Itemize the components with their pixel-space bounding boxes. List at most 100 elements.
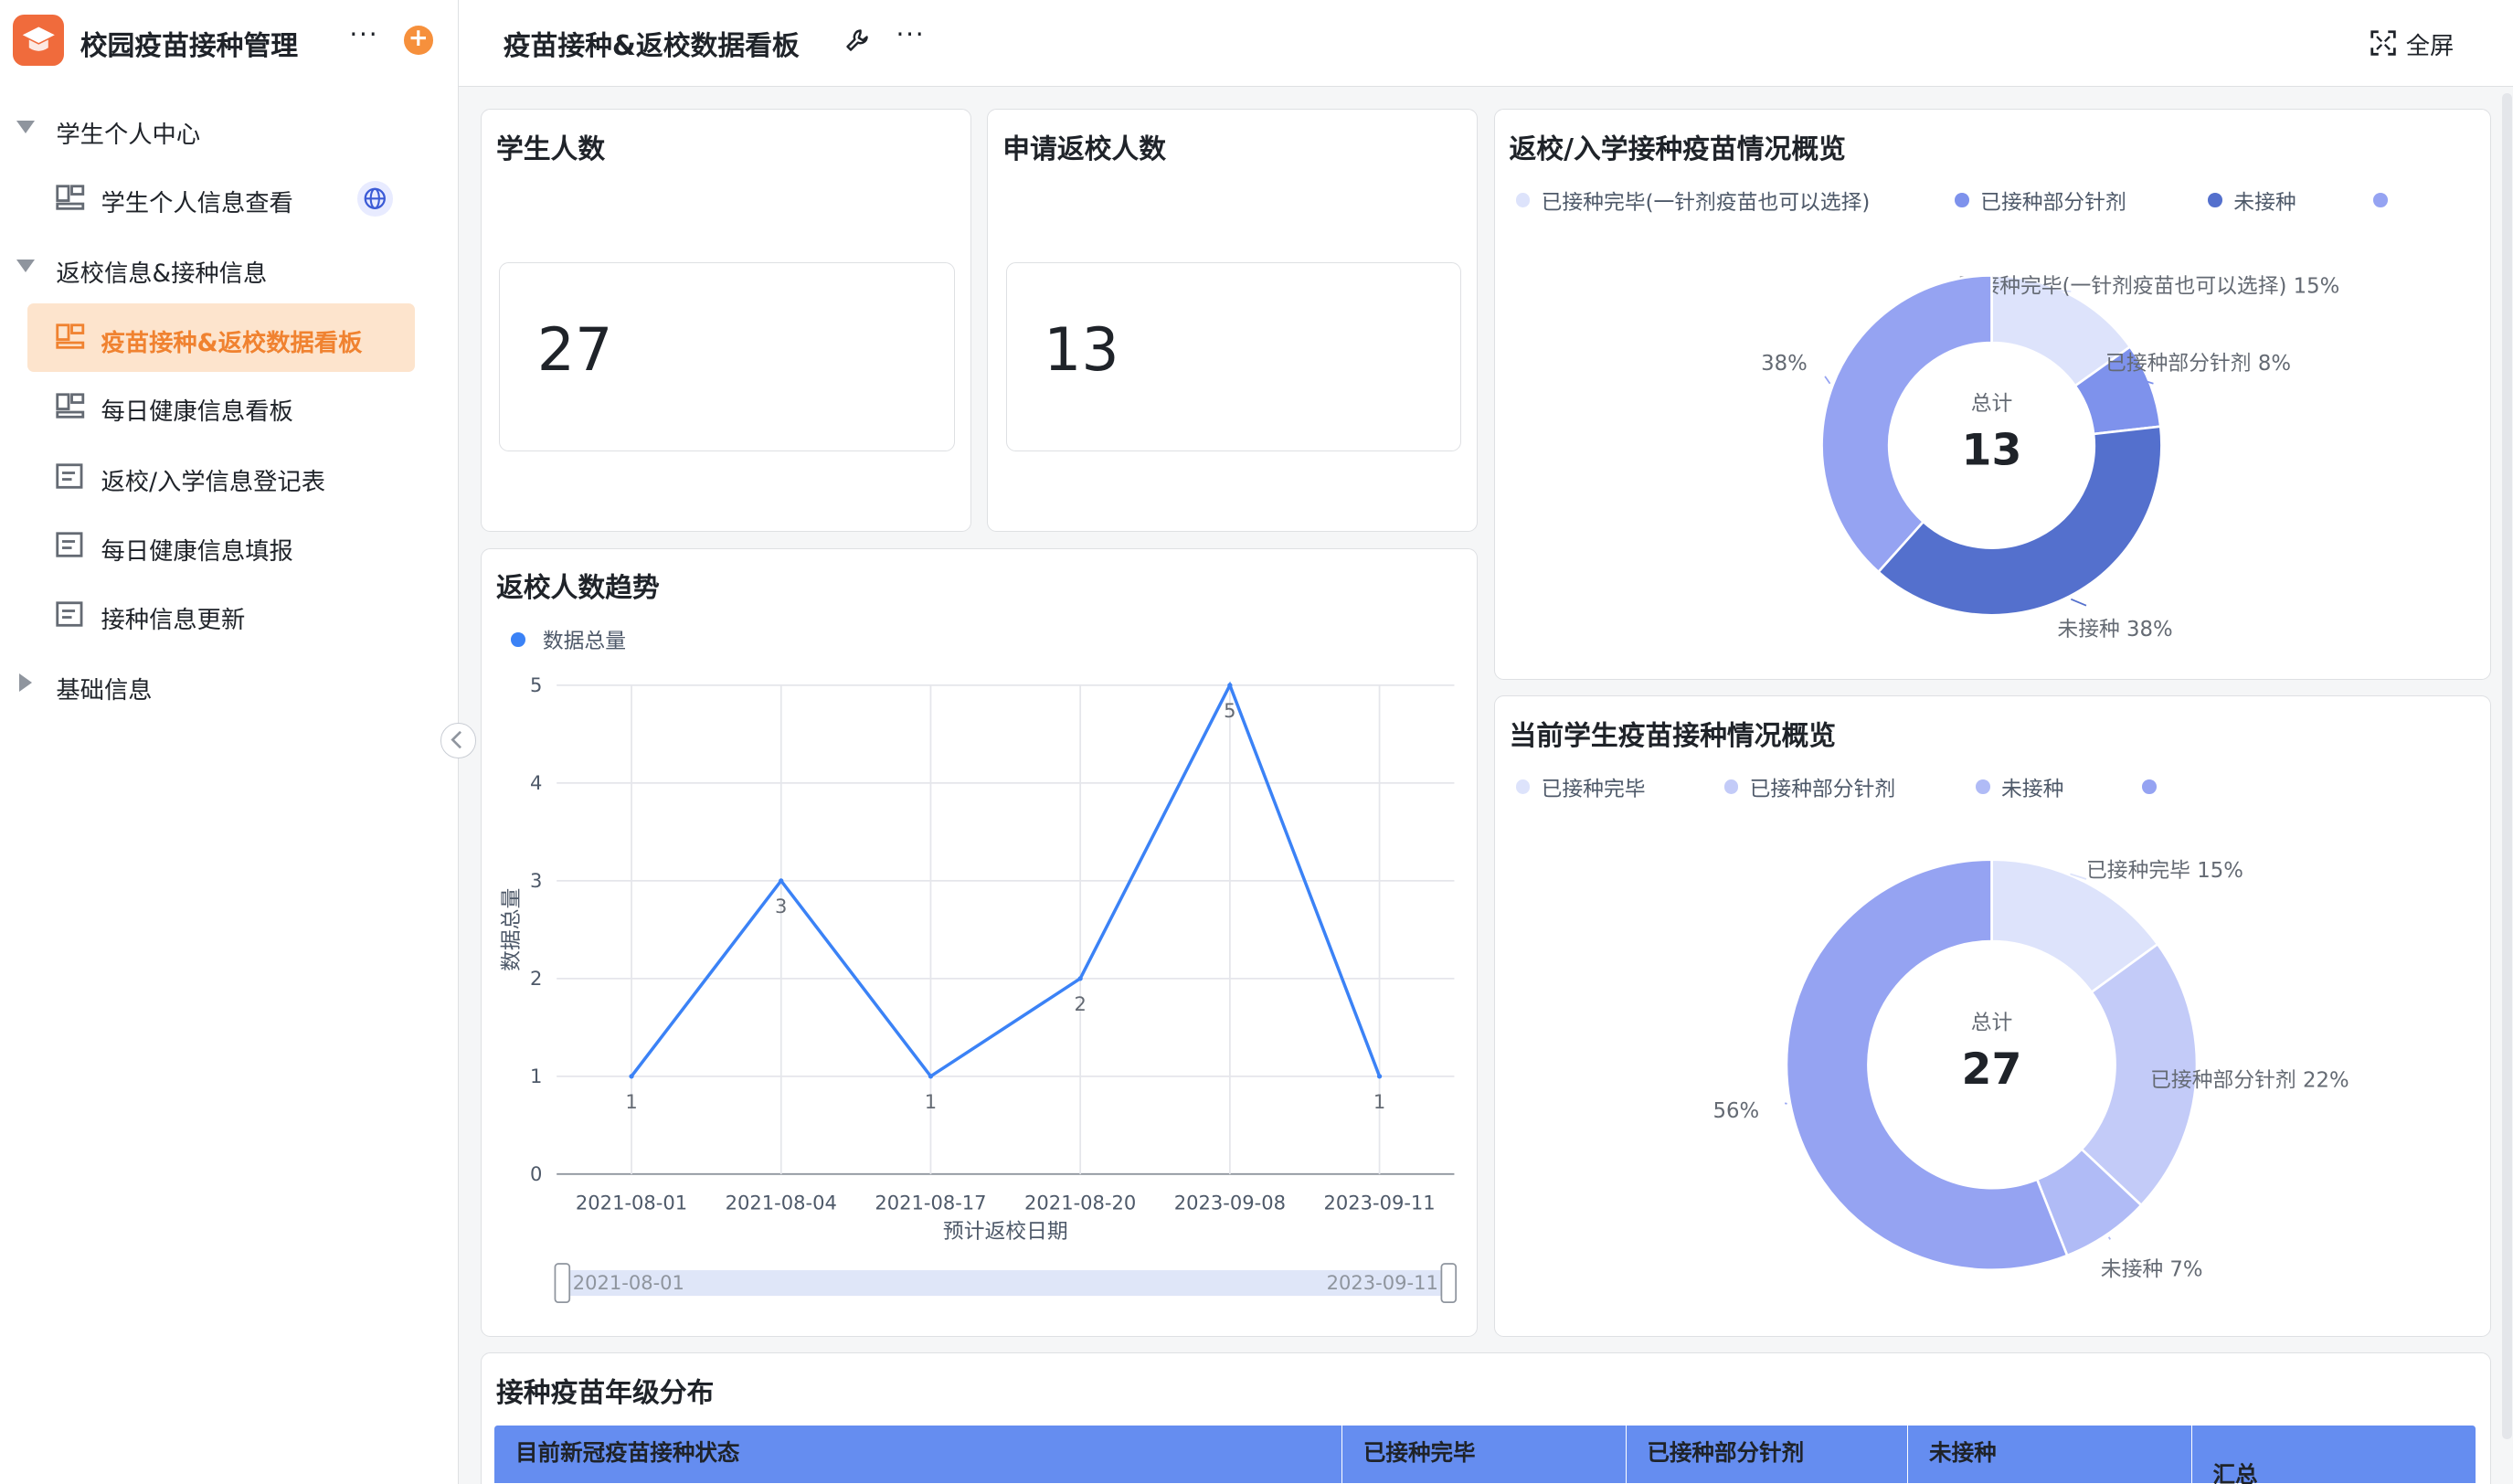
data-point bbox=[1227, 683, 1233, 688]
slice-label: 已接种完毕(一针剂疫苗也可以选择) 15% bbox=[1958, 274, 2340, 298]
y-tick-label: 0 bbox=[530, 1162, 542, 1185]
slice-label: 已接种部分针剂 8% bbox=[2105, 351, 2291, 375]
stat-box: 13 bbox=[1005, 261, 1461, 451]
line-chart: 0 1 2 3 4 5 2021-08-01 2021-08-04 2021-08-17 2021… bbox=[501, 673, 1458, 1304]
card-title: 申请返校人数 bbox=[1002, 132, 1167, 165]
wrench-icon[interactable] bbox=[844, 27, 870, 53]
center-value: 27 bbox=[1962, 1045, 2022, 1096]
y-tick-label: 4 bbox=[530, 771, 542, 794]
data-point bbox=[1077, 976, 1084, 981]
label-leader-line bbox=[1824, 375, 1831, 384]
pie-slice bbox=[1820, 273, 1993, 574]
sidebar-item-health-report[interactable]: 每日健康信息填报 bbox=[27, 512, 415, 580]
stat-card-students: 学生人数 27 bbox=[481, 109, 971, 533]
page-title: 疫苗接种&返校数据看板 bbox=[503, 29, 800, 62]
nav-group-return-vaccine[interactable]: 返校信息&接种信息 bbox=[0, 245, 459, 293]
app-more-icon[interactable]: ··· bbox=[349, 19, 378, 49]
range-slider-handle-left bbox=[554, 1263, 571, 1304]
donut-chart: 已接种完毕(一针剂疫苗也可以选择) 15% 已接种部分针剂 8% 未接种 38% 38… bbox=[1761, 273, 2340, 641]
table-header-cell[interactable]: 汇总 bbox=[2192, 1426, 2476, 1484]
stat-value: 27 bbox=[536, 315, 613, 385]
label-leader-line bbox=[1784, 1102, 1787, 1106]
sidebar-item-health-dashboard[interactable]: 每日健康信息看板 bbox=[27, 372, 415, 440]
dashboard-icon bbox=[56, 393, 85, 419]
y-tick-label: 5 bbox=[530, 673, 542, 696]
app-header: 校园疫苗接种管理 ··· + bbox=[0, 0, 459, 83]
data-label: 3 bbox=[775, 895, 787, 917]
form-icon bbox=[56, 532, 83, 558]
caret-down-icon bbox=[16, 120, 35, 133]
sidebar-item-return-form[interactable]: 返校/入学信息登记表 bbox=[27, 442, 415, 511]
x-tick-label: 2021-08-20 bbox=[1024, 1192, 1136, 1214]
range-slider-handle-right bbox=[1440, 1263, 1458, 1304]
nav-group-label: 学生个人中心 bbox=[56, 121, 201, 149]
donut-chart-card-return: 返校/入学接种疫苗情况概览 已接种完毕(一针剂疫苗也可以选择) 已接种部分针剂 未接… bbox=[1493, 109, 2491, 680]
card-title: 学生人数 bbox=[495, 132, 606, 165]
chevron-left-icon bbox=[451, 730, 462, 749]
slice-label: 38% bbox=[1761, 351, 1808, 375]
sidebar-item-vaccine-dashboard[interactable]: 疫苗接种&返校数据看板 bbox=[27, 302, 416, 372]
table-header-cell[interactable]: 已接种完毕 bbox=[1342, 1426, 1627, 1484]
center-label: 总计 bbox=[1971, 391, 2013, 415]
data-label: 1 bbox=[1373, 1090, 1385, 1113]
top-bar: 疫苗接种&返校数据看板 ··· 全屏 bbox=[458, 0, 2513, 87]
data-label: 2 bbox=[1075, 992, 1087, 1015]
x-tick-label: 2021-08-17 bbox=[875, 1192, 987, 1214]
nav-group-basic-info[interactable]: 基础信息 bbox=[0, 662, 459, 710]
y-axis-label: 数据总量 bbox=[501, 888, 525, 971]
sidebar-item-label: 学生个人信息查看 bbox=[101, 189, 293, 217]
sidebar-item-label: 疫苗接种&返校数据看板 bbox=[101, 329, 363, 357]
x-tick-label: 2021-08-04 bbox=[726, 1192, 837, 1214]
x-tick-label: 2021-08-01 bbox=[576, 1192, 687, 1214]
sidebar-item-label: 每日健康信息填报 bbox=[101, 537, 293, 566]
more-icon[interactable]: ··· bbox=[896, 19, 925, 49]
trend-chart-card: 返校人数趋势 数据总量 0 1 2 3 4 5 2021-08-01 2021-08-04 20… bbox=[481, 547, 1479, 1337]
sidebar-item-label: 每日健康信息看板 bbox=[101, 398, 293, 426]
table-header: 目前新冠疫苗接种状态 已接种完毕 已接种部分针剂 未接种 汇总 bbox=[494, 1426, 2476, 1484]
form-icon bbox=[56, 463, 83, 489]
grade-distribution-card: 接种疫苗年级分布 目前新冠疫苗接种状态 已接种完毕 已接种部分针剂 未接种 汇总 bbox=[481, 1352, 2491, 1484]
table-header-cell[interactable]: 已接种部分针剂 bbox=[1627, 1426, 1909, 1484]
form-icon bbox=[56, 601, 83, 627]
caret-right-icon bbox=[19, 673, 33, 692]
sidebar: 校园疫苗接种管理 ··· + 学生个人中心 学生个人信息查看 返校信息&接种信息… bbox=[0, 0, 459, 1484]
data-point bbox=[928, 1074, 934, 1079]
nav-group-student-center[interactable]: 学生个人中心 bbox=[0, 106, 459, 154]
card-title: 接种疫苗年级分布 bbox=[495, 1376, 715, 1409]
collapse-sidebar-button[interactable] bbox=[440, 723, 476, 758]
y-tick-label: 2 bbox=[530, 967, 542, 990]
stat-box: 27 bbox=[499, 261, 955, 451]
table-header-cell[interactable]: 未接种 bbox=[1908, 1426, 2192, 1484]
slice-label: 未接种 7% bbox=[2101, 1258, 2203, 1282]
data-point bbox=[629, 1074, 635, 1079]
nav-group-label: 返校信息&接种信息 bbox=[56, 260, 268, 289]
sidebar-item-vaccine-update[interactable]: 接种信息更新 bbox=[27, 580, 415, 649]
label-leader-line bbox=[2107, 1236, 2112, 1241]
add-icon[interactable]: + bbox=[404, 25, 433, 55]
data-label: 1 bbox=[925, 1090, 937, 1113]
donut-chart-card-current: 当前学生疫苗接种情况概览 已接种完毕 已接种部分针剂 未接种 已接种完毕 15% 已接… bbox=[1493, 695, 2491, 1337]
label-leader-line bbox=[2070, 598, 2087, 607]
y-tick-label: 3 bbox=[530, 869, 542, 892]
nav-group-label: 基础信息 bbox=[56, 677, 153, 705]
sidebar-item-label: 返校/入学信息登记表 bbox=[101, 469, 326, 497]
range-slider-track bbox=[557, 1270, 1455, 1297]
center-value: 13 bbox=[1962, 425, 2022, 475]
slice-label: 未接种 38% bbox=[2057, 618, 2172, 641]
page-scrollbar[interactable] bbox=[2501, 92, 2512, 1440]
sidebar-item-student-info[interactable]: 学生个人信息查看 bbox=[27, 164, 415, 232]
y-tick-label: 1 bbox=[530, 1065, 542, 1087]
globe-icon[interactable] bbox=[357, 181, 393, 217]
x-axis-label: 预计返校日期 bbox=[943, 1220, 1068, 1244]
center-label: 总计 bbox=[1971, 1012, 2013, 1035]
fullscreen-label: 全屏 bbox=[2405, 33, 2455, 61]
dashboard-icon bbox=[56, 323, 85, 350]
table-header-cell[interactable]: 目前新冠疫苗接种状态 bbox=[494, 1426, 1343, 1484]
slice-label: 已接种完毕 15% bbox=[2086, 859, 2243, 883]
stat-card-return-applications: 申请返校人数 13 bbox=[987, 109, 1479, 533]
sidebar-item-label: 接种信息更新 bbox=[101, 606, 246, 634]
slice-label: 已接种部分针剂 22% bbox=[2150, 1069, 2349, 1093]
app-logo-icon bbox=[13, 14, 65, 66]
data-point bbox=[1377, 1074, 1383, 1079]
app-title: 校园疫苗接种管理 bbox=[80, 29, 299, 62]
